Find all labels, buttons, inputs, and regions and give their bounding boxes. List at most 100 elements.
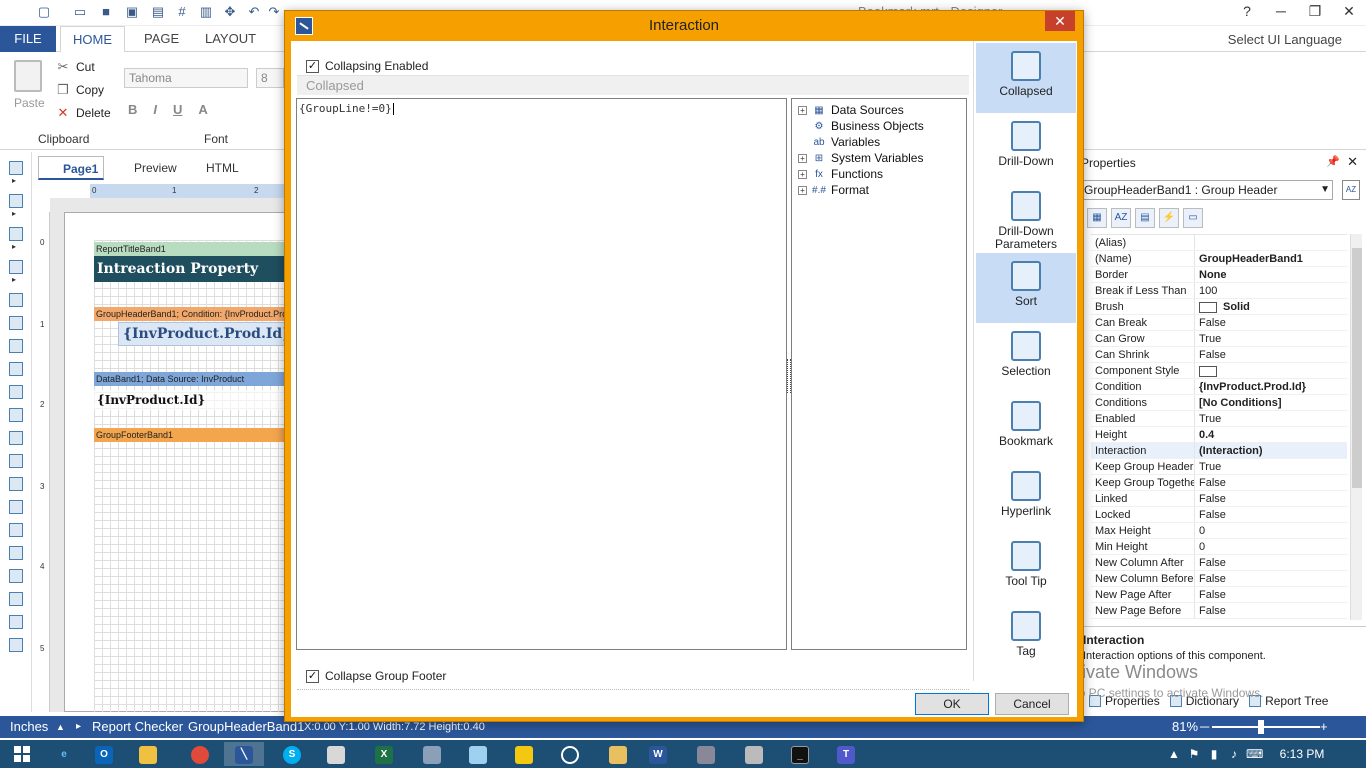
tab-page[interactable]: PAGE (132, 26, 191, 52)
property-value[interactable]: 0 (1195, 523, 1347, 538)
group-header-band[interactable]: GroupHeaderBand1; Condition: {InvProduct… (94, 307, 286, 321)
sort-az-icon[interactable]: AZ (1342, 180, 1360, 200)
pin-icon[interactable]: 📌 (1326, 155, 1340, 168)
property-row[interactable]: New Page After False (1091, 587, 1347, 603)
rich-text-tool-icon[interactable] (9, 523, 23, 537)
property-row[interactable]: Can Shrink False (1091, 347, 1347, 363)
property-value[interactable]: 100 (1195, 283, 1347, 298)
side-tab-drill-down[interactable]: Drill-Down (976, 113, 1076, 183)
property-value[interactable]: True (1195, 411, 1347, 426)
property-value[interactable]: False (1195, 555, 1347, 570)
property-row[interactable]: Can Break False (1091, 315, 1347, 331)
property-row[interactable]: Keep Group Together False (1091, 475, 1347, 491)
tree-item[interactable]: + #.# Format (798, 182, 966, 198)
side-tab-tool-tip[interactable]: Tool Tip (976, 533, 1076, 603)
property-row[interactable]: Height 0.4 (1091, 427, 1347, 443)
property-value[interactable]: {InvProduct.Prod.Id} (1195, 379, 1347, 394)
property-value[interactable]: GroupHeaderBand1 (1195, 251, 1347, 266)
paint-icon[interactable] (316, 742, 356, 766)
property-row[interactable]: Border None (1091, 267, 1347, 283)
chrome-icon[interactable] (180, 742, 220, 766)
tray-up-icon[interactable]: ▲ (1166, 740, 1182, 768)
property-row[interactable]: (Alias) (1091, 235, 1347, 251)
ui-language-selector[interactable]: Select UI Language (1228, 32, 1342, 47)
properties-icon[interactable]: ▤ (1135, 208, 1155, 228)
property-value[interactable]: 0 (1195, 539, 1347, 554)
categorized-icon[interactable]: ▦ (1087, 208, 1107, 228)
property-pages-icon[interactable]: ▭ (1183, 208, 1203, 228)
font-size-combo[interactable]: 8 (256, 68, 284, 88)
child-band-tool-icon[interactable] (9, 500, 23, 514)
checkbox-checked-icon[interactable]: ✓ (306, 59, 319, 73)
folder-icon[interactable]: ▤ (150, 4, 166, 20)
side-tab-sort[interactable]: Sort (976, 253, 1076, 323)
property-row[interactable]: New Column After False (1091, 555, 1347, 571)
group-header-field[interactable]: {InvProduct.Prod.Id} (118, 322, 286, 346)
minimize-icon[interactable]: ─ (1264, 0, 1298, 22)
property-row[interactable]: Locked False (1091, 507, 1347, 523)
paste-button[interactable]: Paste (14, 96, 45, 110)
outlook-icon[interactable]: O (84, 742, 124, 766)
tab-html-preview[interactable]: HTML Preview (184, 156, 284, 199)
property-row[interactable]: New Page Before False (1091, 603, 1347, 619)
designer-taskbar-icon[interactable]: ╲ (224, 742, 264, 766)
delete-button[interactable]: ✕ Delete (56, 106, 111, 121)
windows-start-icon[interactable] (14, 746, 30, 762)
text-tool-icon[interactable] (9, 385, 23, 399)
help-icon[interactable]: ? (1230, 0, 1264, 22)
events-icon[interactable]: ⚡ (1159, 208, 1179, 228)
side-tab-tag[interactable]: Tag (976, 603, 1076, 673)
property-row[interactable]: Linked False (1091, 491, 1347, 507)
property-value[interactable]: 0.4 (1195, 427, 1347, 442)
tab-layout[interactable]: LAYOUT (193, 26, 268, 52)
app-icon[interactable] (412, 742, 452, 766)
property-row[interactable]: Enabled True (1091, 411, 1347, 427)
notepad-icon[interactable] (458, 742, 498, 766)
tree-item[interactable]: + ⊞ System Variables (798, 150, 966, 166)
rectangle-tool-icon[interactable] (9, 569, 23, 583)
header-tool-icon[interactable] (9, 339, 23, 353)
word-icon[interactable]: W (638, 742, 678, 766)
property-row[interactable]: Max Height 0 (1091, 523, 1347, 539)
collapse-group-footer-checkbox[interactable]: ✓ Collapse Group Footer (306, 669, 446, 683)
zoom-slider[interactable] (1212, 726, 1320, 728)
folder-icon[interactable] (598, 742, 638, 766)
move-icon[interactable]: ✥ (222, 4, 238, 20)
network-icon[interactable]: ▮ (1206, 740, 1222, 768)
font-name-combo[interactable]: Tahoma (124, 68, 248, 88)
tree-item[interactable]: ⚙ Business Objects (798, 118, 966, 134)
redo-icon[interactable]: ↷ (266, 4, 282, 20)
report-checker-button[interactable]: Report Checker (92, 716, 183, 738)
property-row[interactable]: Keep Group Header True (1091, 459, 1347, 475)
keyboard-icon[interactable]: ⌨ (1246, 740, 1263, 768)
tree-item[interactable]: + fx Functions (798, 166, 966, 182)
open-icon[interactable]: ▭ (72, 4, 88, 20)
bold-button[interactable]: B (128, 102, 137, 117)
property-row[interactable]: Min Height 0 (1091, 539, 1347, 555)
copy-button[interactable]: ❐ Copy (56, 83, 104, 98)
restore-icon[interactable]: ❐ (1298, 0, 1332, 22)
report-title-text[interactable]: Intreaction Property (94, 256, 286, 282)
property-row[interactable]: Interaction (Interaction) (1091, 443, 1347, 459)
ok-button[interactable]: OK (915, 693, 989, 715)
file-explorer-icon[interactable] (128, 742, 168, 766)
excel-icon[interactable]: X (364, 742, 404, 766)
property-row[interactable]: (Name) GroupHeaderBand1 (1091, 251, 1347, 267)
new-icon[interactable]: ▢ (36, 4, 52, 20)
zoom-out-icon[interactable]: ─ (1200, 716, 1209, 738)
ie-icon[interactable]: e (44, 742, 84, 766)
tool-icon[interactable] (550, 742, 590, 766)
cancel-button[interactable]: Cancel (995, 693, 1069, 715)
report-title-band[interactable]: ReportTitleBand1 (94, 242, 286, 256)
property-value[interactable] (1195, 363, 1347, 378)
page-header-tool-icon[interactable] (9, 293, 23, 307)
image-tool-icon[interactable] (9, 260, 23, 274)
data-band-tool-icon[interactable] (9, 362, 23, 376)
picture-tool-icon[interactable] (9, 546, 23, 560)
property-row[interactable]: Break if Less Than 100 (1091, 283, 1347, 299)
expand-icon[interactable]: + (798, 105, 807, 115)
checkbox-checked-icon[interactable]: ✓ (306, 669, 319, 683)
data-band[interactable]: DataBand1; Data Source: InvProduct (94, 372, 286, 386)
property-value[interactable]: False (1195, 507, 1347, 522)
grid-icon[interactable]: # (174, 4, 190, 20)
